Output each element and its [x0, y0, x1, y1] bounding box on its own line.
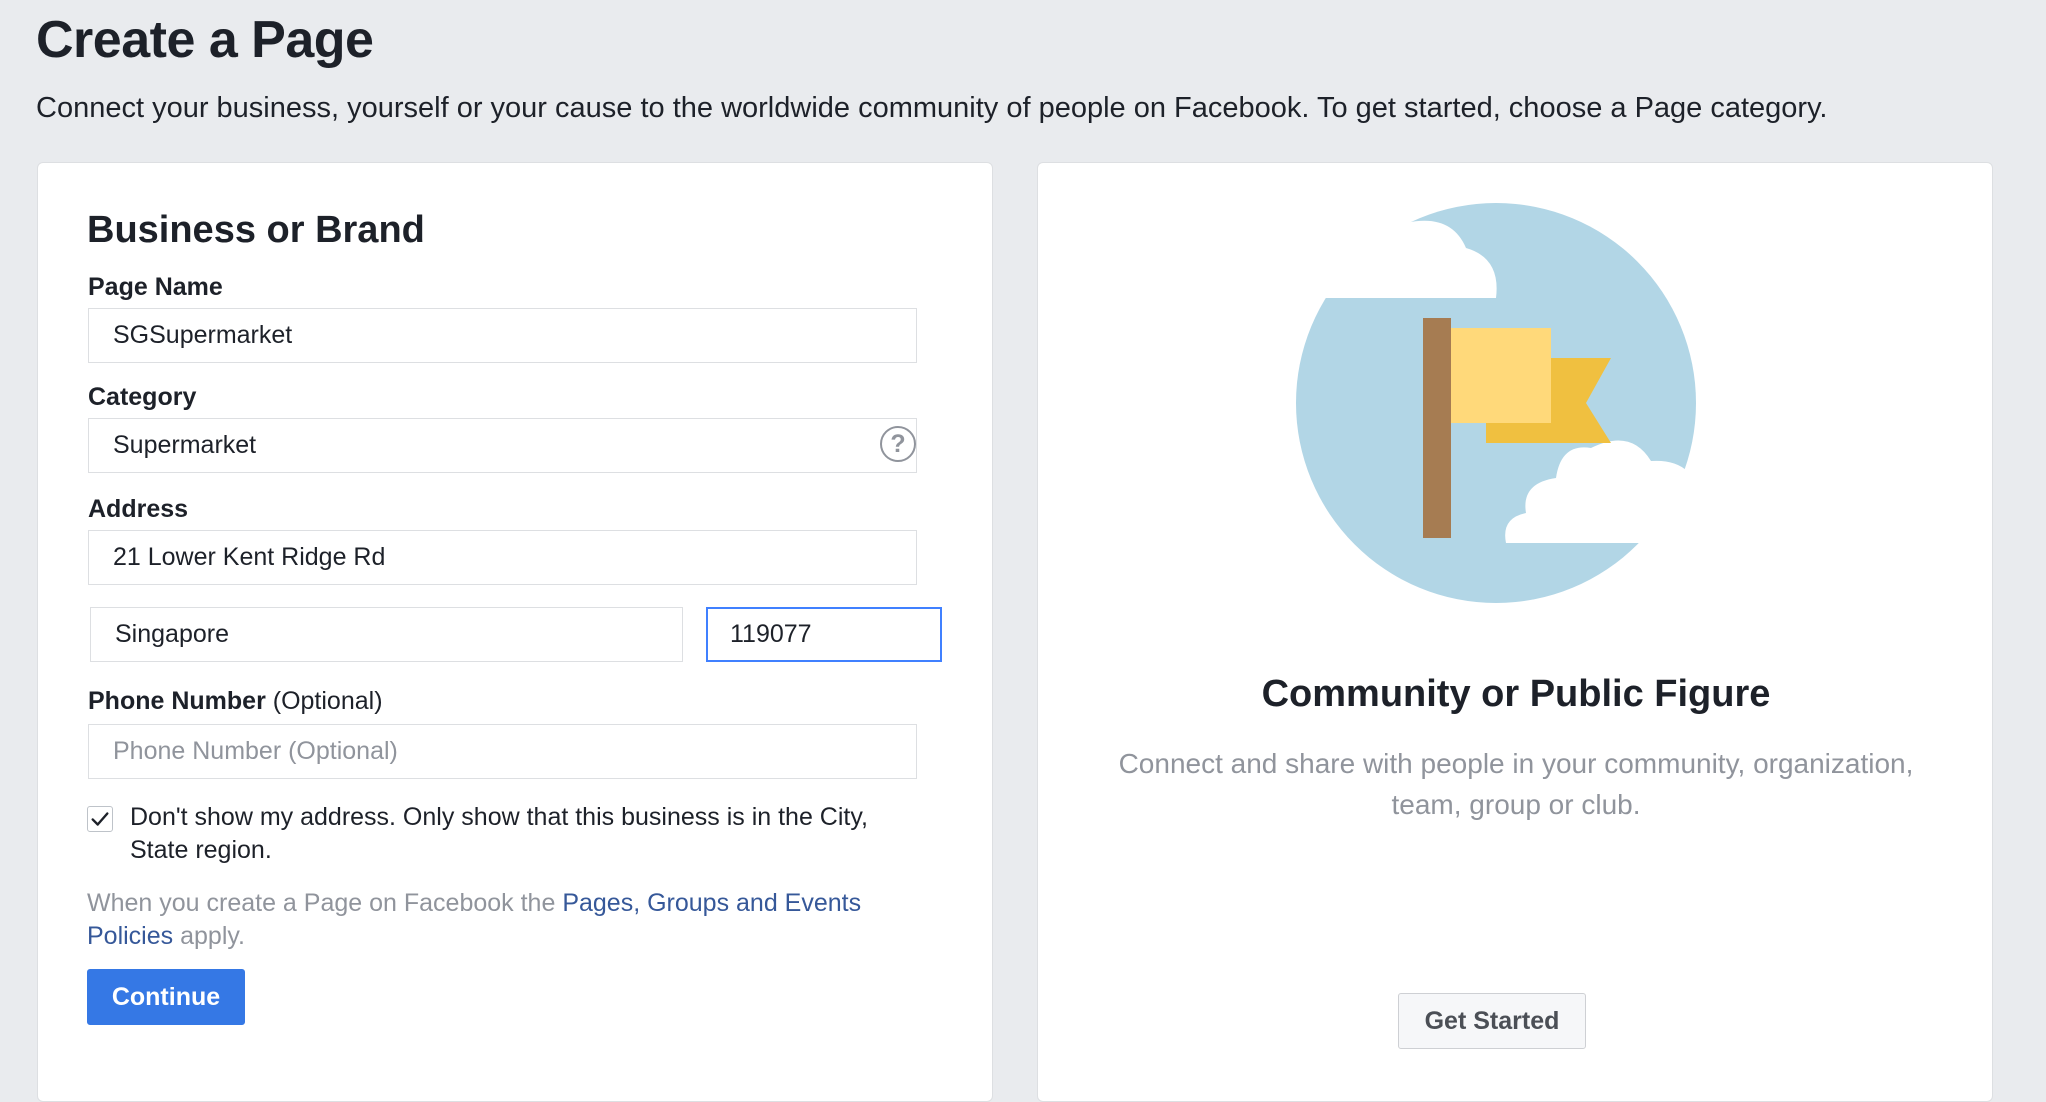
community-card-description: Connect and share with people in your co… — [1118, 748, 1914, 820]
page-name-label: Page Name — [88, 273, 223, 301]
phone-number-label-text: Phone Number — [88, 687, 266, 715]
business-card-title: Business or Brand — [87, 209, 425, 251]
flagpole — [1423, 318, 1451, 538]
get-started-button[interactable]: Get Started — [1398, 993, 1586, 1049]
address-label: Address — [88, 495, 189, 523]
policy-suffix: apply. — [173, 922, 245, 950]
phone-number-optional-text: (Optional) — [272, 687, 383, 715]
phone-number-label: Phone Number (Optional) — [88, 687, 383, 716]
checkmark-icon — [91, 812, 109, 826]
continue-button[interactable]: Continue — [87, 969, 245, 1025]
community-card-title: Community or Public Figure — [1261, 673, 1771, 715]
flag-illustration — [1296, 203, 1719, 603]
policy-prefix: When you create a Page on Facebook the — [87, 889, 563, 917]
policy-notice: When you create a Page on Facebook the P… — [87, 887, 907, 953]
zip-code-input[interactable] — [706, 607, 942, 662]
hide-address-checkbox[interactable] — [87, 806, 113, 832]
city-input[interactable] — [90, 607, 683, 662]
page-subtitle: Connect your business, yourself or your … — [36, 92, 1828, 124]
hide-address-label: Don't show my address. Only show that th… — [130, 803, 868, 864]
page-name-input[interactable] — [88, 308, 917, 363]
street-address-input[interactable] — [88, 530, 917, 585]
community-or-public-figure-card[interactable]: Community or Public Figure Connect and s… — [1037, 162, 1993, 1102]
phone-number-input[interactable] — [88, 724, 917, 779]
category-input[interactable] — [88, 418, 917, 473]
business-or-brand-card: Business or Brand Page Name Category ? A… — [37, 162, 993, 1102]
question-circle-icon[interactable]: ? — [880, 426, 916, 462]
page-title: Create a Page — [36, 11, 374, 69]
category-label: Category — [88, 383, 197, 411]
flag-front — [1451, 328, 1551, 423]
